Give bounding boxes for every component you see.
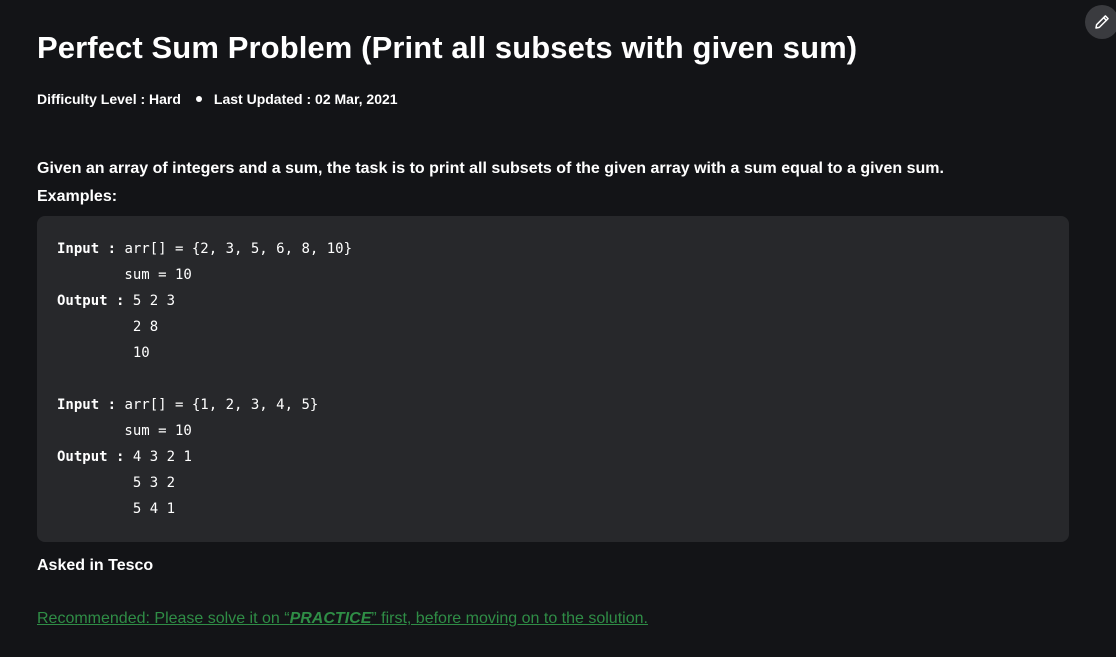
code-line: sum = 10	[57, 267, 192, 283]
recommend-suffix: ” first, before moving on to the solutio…	[371, 610, 648, 627]
last-updated: Last Updated : 02 Mar, 2021	[213, 91, 398, 107]
code-block: Input : arr[] = {2, 3, 5, 6, 8, 10} sum …	[37, 216, 1069, 542]
practice-recommendation-link[interactable]: Recommended: Please solve it on “PRACTIC…	[37, 610, 648, 628]
article-title: Perfect Sum Problem (Print all subsets w…	[37, 30, 858, 65]
code-line: 10	[57, 345, 150, 361]
problem-description: Given an array of integers and a sum, th…	[37, 160, 944, 177]
recommend-prefix: Recommended: Please solve it on “	[37, 610, 290, 627]
code-line: sum = 10	[57, 423, 192, 439]
edit-button[interactable]	[1085, 5, 1116, 39]
code-line: Input : arr[] = {2, 3, 5, 6, 8, 10}	[57, 241, 353, 257]
code-line: 5 3 2	[57, 475, 176, 491]
code-line: Output : 4 3 2 1	[57, 449, 192, 465]
article-page: Perfect Sum Problem (Print all subsets w…	[0, 0, 1116, 657]
code-content: Input : arr[] = {2, 3, 5, 6, 8, 10} sum …	[57, 236, 352, 522]
code-line: Output : 5 2 3	[57, 293, 176, 309]
examples-label: Examples:	[37, 188, 118, 205]
asked-in-companies: Asked in Tesco	[37, 557, 154, 574]
code-line: 2 8	[57, 319, 159, 335]
code-line: 5 4 1	[57, 501, 176, 517]
code-line: Input : arr[] = {1, 2, 3, 4, 5}	[57, 397, 319, 413]
article-intro: Given an array of integers and a sum, th…	[37, 155, 944, 211]
separator-dot	[195, 96, 202, 102]
article-meta: Difficulty Level : Hard Last Updated : 0…	[37, 91, 398, 107]
practice-label: PRACTICE	[289, 610, 372, 627]
pencil-icon	[1095, 15, 1109, 29]
difficulty-level: Difficulty Level : Hard	[37, 91, 181, 107]
